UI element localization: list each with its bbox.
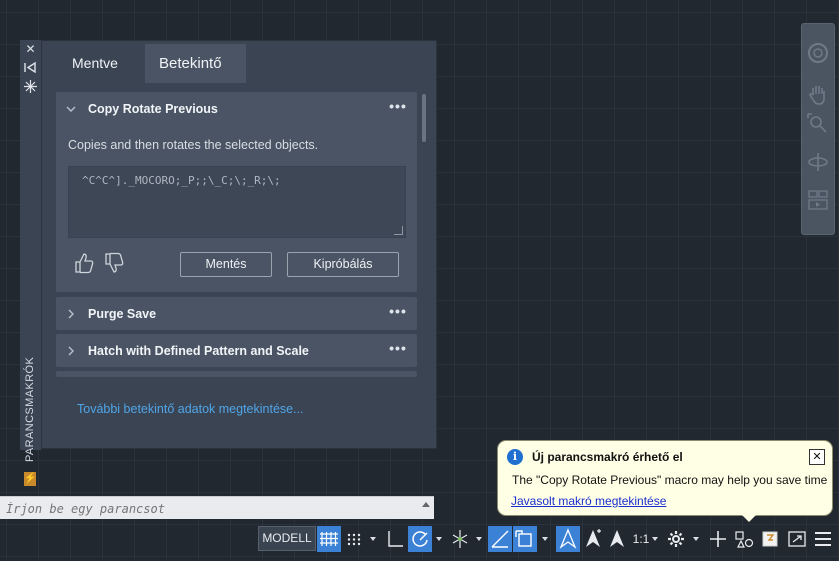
more-options-icon[interactable]: ••• [387, 304, 409, 321]
fullscreen-icon[interactable] [785, 526, 809, 552]
object-snap-dropdown-icon[interactable] [542, 537, 548, 541]
save-button[interactable]: Mentés [180, 252, 272, 277]
zoom-extents-icon[interactable] [806, 112, 830, 136]
properties-icon[interactable] [23, 79, 38, 94]
chevron-right-icon[interactable] [65, 345, 77, 357]
macro-title: Copy Rotate Previous [88, 102, 218, 116]
macro-card-header[interactable]: Copy Rotate Previous ••• [56, 92, 417, 128]
isolate-objects-icon[interactable] [732, 526, 756, 552]
steering-wheel-icon[interactable] [806, 41, 830, 65]
annotation-scale-icon[interactable] [605, 526, 629, 552]
more-options-icon[interactable]: ••• [387, 341, 409, 358]
thumbs-down-icon[interactable] [104, 252, 124, 274]
object-snap-icon[interactable] [513, 526, 537, 552]
try-button[interactable]: Kipróbálás [287, 252, 399, 277]
palette-title-strip: ✕ PARANCSMAKRÓK ⚡ [20, 40, 42, 486]
command-history-arrow-icon[interactable] [422, 502, 430, 507]
status-bar: MODELL 1:1 [258, 526, 839, 552]
notification-pointer [737, 510, 761, 522]
close-icon[interactable]: ✕ [23, 42, 38, 57]
plus-icon[interactable] [706, 526, 730, 552]
macro-code-field[interactable]: ^C^C^]._MOCORO;_P;;\_C;\;_R;\; [68, 166, 406, 238]
isodraft-dropdown-icon[interactable] [476, 537, 482, 541]
macro-description: Copies and then rotates the selected obj… [68, 138, 319, 152]
snap-icon[interactable] [342, 526, 366, 552]
pan-hand-icon[interactable] [806, 82, 830, 106]
lightning-icon: ⚡ [24, 472, 37, 486]
autohide-icon[interactable] [23, 60, 38, 75]
command-line [0, 496, 434, 519]
grid-icon[interactable] [317, 526, 341, 552]
more-insights-link[interactable]: További betekintő adatok megtekintése... [77, 402, 304, 416]
notification-body: The "Copy Rotate Previous" macro may hel… [512, 473, 828, 487]
navigation-bar [801, 23, 835, 235]
more-options-icon[interactable]: ••• [387, 99, 409, 116]
thumbs-up-icon[interactable] [74, 252, 94, 274]
workspace-dropdown-icon[interactable] [693, 537, 699, 541]
object-snap-tracking-icon[interactable] [488, 526, 512, 552]
macro-title: Purge Save [88, 307, 157, 321]
snap-dropdown-icon[interactable] [370, 537, 376, 541]
macro-card-copy-rotate-previous: Copy Rotate Previous ••• Copies and then… [56, 92, 417, 292]
macro-title: Hatch with Defined Pattern and Scale [88, 344, 309, 358]
auto-scale-icon[interactable] [581, 526, 605, 552]
tab-insights[interactable]: Betekintő ... [145, 44, 246, 111]
scale-dropdown-icon[interactable] [652, 537, 658, 541]
macro-card-partial [56, 371, 417, 377]
polar-tracking-icon[interactable] [408, 526, 432, 552]
model-space-button[interactable]: MODELL [258, 526, 316, 551]
showmotion-icon[interactable] [806, 188, 830, 212]
scrollbar-thumb[interactable] [422, 94, 426, 142]
macro-notification-balloon: i Új parancsmakró érhető el ✕ The "Copy … [497, 440, 833, 516]
customization-menu-icon[interactable] [811, 526, 835, 552]
macro-code-text: ^C^C^]._MOCORO;_P;;\_C;\;_R;\; [82, 174, 281, 187]
view-suggested-macro-link[interactable]: Javasolt makró megtekintése [511, 494, 666, 508]
macro-card-purge-save[interactable]: Purge Save ••• [56, 297, 417, 330]
ortho-icon[interactable] [383, 526, 407, 552]
isodraft-icon[interactable] [448, 526, 472, 552]
palette-vertical-title: PARANCSMAKRÓK [24, 356, 36, 462]
macro-advisor-icon[interactable] [758, 526, 782, 552]
palette-tabs: Mentve Betekintő ... [45, 44, 433, 111]
resize-grip-icon[interactable] [394, 226, 403, 235]
macro-list: Copy Rotate Previous ••• Copies and then… [56, 92, 429, 423]
annotation-visibility-icon[interactable] [556, 526, 580, 552]
chevron-right-icon[interactable] [65, 308, 77, 320]
polar-dropdown-icon[interactable] [436, 537, 442, 541]
chevron-down-icon[interactable] [65, 103, 77, 115]
info-icon: i [507, 449, 523, 465]
tab-saved[interactable]: Mentve [58, 44, 132, 83]
notification-title: Új parancsmakró érhető el [532, 450, 683, 464]
macro-card-hatch-pattern-scale[interactable]: Hatch with Defined Pattern and Scale ••• [56, 334, 417, 367]
workspace-gear-icon[interactable] [664, 526, 688, 552]
command-input[interactable] [4, 500, 408, 518]
orbit-icon[interactable] [806, 150, 830, 174]
command-macros-palette: Mentve Betekintő ... Copy Rotate Previou… [41, 40, 437, 449]
close-icon[interactable]: ✕ [809, 449, 825, 465]
annotation-scale-value[interactable]: 1:1 [630, 526, 652, 552]
